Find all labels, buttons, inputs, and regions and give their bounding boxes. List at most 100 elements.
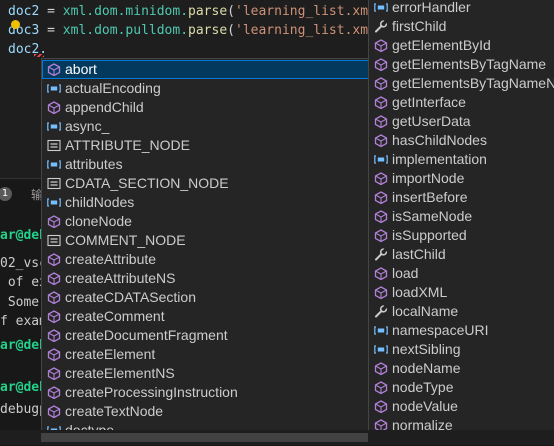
method-icon bbox=[374, 58, 388, 71]
suggestion-item[interactable]: createProcessingInstruction bbox=[42, 383, 369, 402]
suggestion-item[interactable]: nextSibling bbox=[369, 340, 554, 359]
suggestion-item[interactable]: importNode bbox=[369, 169, 554, 188]
suggestion-item[interactable]: nodeType bbox=[369, 378, 554, 397]
method-icon bbox=[47, 101, 61, 114]
suggestion-label: async_ bbox=[65, 118, 110, 134]
suggestion-label: createCDATASection bbox=[65, 289, 196, 305]
suggestion-label: getUserData bbox=[392, 113, 471, 129]
constant-icon bbox=[47, 139, 61, 152]
method-icon bbox=[47, 310, 61, 323]
suggestion-item[interactable]: namespaceURI bbox=[369, 321, 554, 340]
suggestion-item[interactable]: isSameNode bbox=[369, 207, 554, 226]
method-icon bbox=[374, 210, 388, 223]
suggestion-item[interactable]: isSupported bbox=[369, 226, 554, 245]
suggestion-list-continued[interactable]: errorHandler firstChild getElementById getE… bbox=[368, 0, 554, 445]
suggestion-label: COMMENT_NODE bbox=[65, 232, 186, 248]
suggestion-item[interactable]: createElementNS bbox=[42, 364, 369, 383]
method-icon bbox=[47, 386, 61, 399]
suggestion-label: getElementsByTagName bbox=[392, 56, 547, 72]
suggestion-label: namespaceURI bbox=[392, 322, 489, 338]
suggestion-item[interactable]: createComment bbox=[42, 307, 369, 326]
suggestion-item[interactable]: implementation bbox=[369, 150, 554, 169]
suggestion-label: createComment bbox=[65, 308, 165, 324]
suggestion-item[interactable]: lastChild bbox=[369, 245, 554, 264]
suggestion-item[interactable]: createAttribute bbox=[42, 250, 369, 269]
method-icon bbox=[374, 77, 388, 90]
suggestion-item[interactable]: getElementById bbox=[369, 36, 554, 55]
code-line-1[interactable]: doc2 = xml.dom.minidom.parse('learning_l… bbox=[8, 2, 392, 21]
suggestion-item[interactable]: attributes bbox=[42, 155, 369, 174]
field-icon bbox=[47, 198, 61, 207]
method-icon bbox=[374, 286, 388, 299]
suggestion-item[interactable]: getElementsByTagName bbox=[369, 55, 554, 74]
suggestion-label: attributes bbox=[65, 156, 123, 172]
suggestion-item[interactable]: getElementsByTagNameNS bbox=[369, 74, 554, 93]
suggestion-label: nodeName bbox=[392, 360, 461, 376]
suggestion-item[interactable]: createCDATASection bbox=[42, 288, 369, 307]
suggestion-item[interactable]: ATTRIBUTE_NODE bbox=[42, 136, 369, 155]
suggestion-label: getInterface bbox=[392, 94, 466, 110]
suggestion-item[interactable]: firstChild bbox=[369, 17, 554, 36]
suggestion-item[interactable]: nodeName bbox=[369, 359, 554, 378]
method-icon bbox=[47, 405, 61, 418]
suggestion-label: loadXML bbox=[392, 284, 448, 300]
suggestion-item[interactable]: actualEncoding bbox=[42, 79, 369, 98]
suggestion-item[interactable]: cloneNode bbox=[42, 212, 369, 231]
code-line-2[interactable]: doc3 = xml.dom.pulldom.parse('learning_l… bbox=[8, 21, 392, 40]
method-icon bbox=[374, 362, 388, 375]
suggestion-label: createElement bbox=[65, 346, 156, 362]
method-icon bbox=[374, 267, 388, 280]
suggestion-label: CDATA_SECTION_NODE bbox=[65, 175, 229, 191]
suggestion-item[interactable]: async_ bbox=[42, 117, 369, 136]
method-icon bbox=[47, 63, 61, 76]
field-icon bbox=[47, 160, 61, 169]
suggestion-label: getElementsByTagNameNS bbox=[392, 75, 554, 91]
suggestion-item[interactable]: localName bbox=[369, 302, 554, 321]
suggestion-label: ATTRIBUTE_NODE bbox=[65, 137, 190, 153]
suggestion-item[interactable]: load bbox=[369, 264, 554, 283]
method-icon bbox=[374, 115, 388, 128]
constant-icon bbox=[47, 177, 61, 190]
suggestion-item[interactable]: createElement bbox=[42, 345, 369, 364]
method-icon bbox=[47, 329, 61, 342]
lightbulb-icon[interactable] bbox=[11, 20, 20, 29]
suggestion-list[interactable]: abort actualEncoding appendChild async_ ATTR… bbox=[41, 58, 370, 432]
suggestion-label: firstChild bbox=[392, 18, 447, 34]
suggestion-item[interactable]: nodeValue bbox=[369, 397, 554, 416]
method-icon bbox=[374, 400, 388, 413]
suggestion-item[interactable]: getInterface bbox=[369, 93, 554, 112]
suggestion-item[interactable]: hasChildNodes bbox=[369, 131, 554, 150]
field-icon bbox=[374, 326, 388, 335]
suggestion-item[interactable]: CDATA_SECTION_NODE bbox=[42, 174, 369, 193]
error-squiggle bbox=[34, 54, 44, 57]
method-icon bbox=[374, 172, 388, 185]
scrollbar-thumb[interactable] bbox=[41, 433, 368, 442]
suggestion-label: createElementNS bbox=[65, 365, 175, 381]
field-icon bbox=[374, 3, 388, 12]
field-icon bbox=[374, 155, 388, 164]
suggestion-label: isSupported bbox=[392, 227, 467, 243]
suggestion-label: implementation bbox=[392, 151, 487, 167]
suggestion-item[interactable]: createDocumentFragment bbox=[42, 326, 369, 345]
suggestion-item[interactable]: createAttributeNS bbox=[42, 269, 369, 288]
suggestion-label: createProcessingInstruction bbox=[65, 384, 238, 400]
horizontal-scrollbar[interactable] bbox=[0, 430, 554, 445]
suggestion-item[interactable]: childNodes bbox=[42, 193, 369, 212]
suggestion-item[interactable]: loadXML bbox=[369, 283, 554, 302]
suggestion-item[interactable]: getUserData bbox=[369, 112, 554, 131]
suggestion-item[interactable]: COMMENT_NODE bbox=[42, 231, 369, 250]
method-icon bbox=[47, 291, 61, 304]
method-icon bbox=[374, 134, 388, 147]
method-icon bbox=[47, 215, 61, 228]
suggestion-label: getElementById bbox=[392, 37, 491, 53]
suggestion-label: isSameNode bbox=[392, 208, 473, 224]
constant-icon bbox=[47, 234, 61, 247]
method-icon bbox=[47, 367, 61, 380]
method-icon bbox=[374, 96, 388, 109]
suggestion-label: childNodes bbox=[65, 194, 135, 210]
suggestion-item[interactable]: insertBefore bbox=[369, 188, 554, 207]
suggestion-item[interactable]: appendChild bbox=[42, 98, 369, 117]
suggestion-item[interactable]: errorHandler bbox=[369, 0, 554, 17]
suggestion-item[interactable]: createTextNode bbox=[42, 402, 369, 421]
suggestion-item[interactable]: abort bbox=[42, 60, 369, 79]
